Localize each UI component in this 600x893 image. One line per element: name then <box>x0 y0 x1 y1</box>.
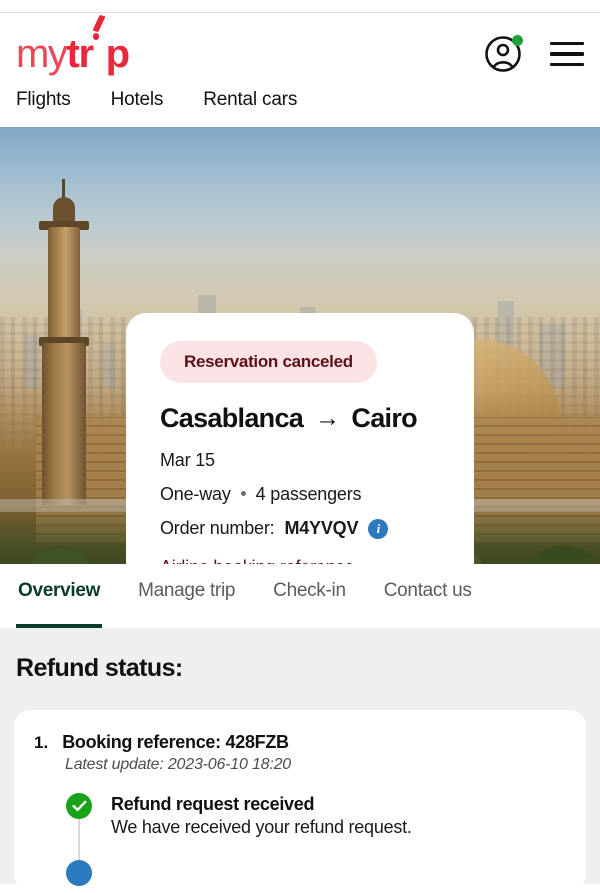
tab-overview[interactable]: Overview <box>16 564 103 628</box>
section-title: Refund status: <box>16 654 183 682</box>
refund-card-header: 1. Booking reference: 428FZB <box>34 732 566 753</box>
route-arrow-icon: → <box>315 404 340 432</box>
refund-step-marker-next <box>65 860 93 886</box>
mytrip-booking-page: my tr p Flights Hotels Rental cars Reser… <box>0 0 600 893</box>
refund-step-body: Refund request received We have received… <box>111 793 412 838</box>
tab-contact-us[interactable]: Contact us <box>382 564 474 628</box>
booking-summary-card: Reservation canceled Casablanca → Cairo … <box>126 313 474 564</box>
refund-step: Refund request received We have received… <box>65 793 566 865</box>
tab-check-in[interactable]: Check-in <box>271 564 348 628</box>
pending-circle-icon <box>66 860 92 886</box>
check-circle-icon <box>66 793 92 819</box>
info-icon[interactable]: i <box>368 518 389 539</box>
refund-latest-update: Latest update: 2023-06-10 18:20 <box>65 756 291 773</box>
nav-item-hotels[interactable]: Hotels <box>111 89 164 111</box>
logo-exclamation-mark-icon <box>92 14 106 67</box>
logo-text-tr: tr <box>66 32 94 76</box>
bullet-separator-icon <box>240 491 246 497</box>
refund-item-number: 1. <box>34 733 49 752</box>
route-destination: Cairo <box>351 403 417 433</box>
account-avatar-icon[interactable] <box>484 35 523 73</box>
step-connector-line <box>78 817 80 865</box>
booking-tabs: Overview Manage trip Check-in Contact us <box>0 564 600 628</box>
tab-manage-trip[interactable]: Manage trip <box>136 564 237 628</box>
route-heading: Casablanca → Cairo <box>160 403 440 434</box>
mytrip-logo[interactable]: my tr p <box>16 14 130 76</box>
order-number-value: M4YVQV <box>284 518 359 538</box>
nav-item-flights[interactable]: Flights <box>16 89 71 111</box>
site-header: my tr p Flights Hotels Rental cars <box>0 13 600 127</box>
airline-booking-reference-link[interactable]: Airline booking reference <box>160 557 354 564</box>
refund-step-title: Refund request received <box>111 794 315 814</box>
order-number-label: Order number: <box>160 518 275 538</box>
refund-step-list: Refund request received We have received… <box>34 793 566 886</box>
hamburger-menu-icon[interactable] <box>550 42 584 66</box>
primary-nav: Flights Hotels Rental cars <box>16 81 584 127</box>
logo-text-my: my <box>16 32 68 76</box>
header-row: my tr p <box>16 14 584 81</box>
refund-booking-reference: Booking reference: 428FZB <box>62 732 289 752</box>
hero-banner: Reservation canceled Casablanca → Cairo … <box>0 127 600 564</box>
status-badge: Reservation canceled <box>160 341 377 383</box>
passenger-count: 4 passengers <box>255 484 362 504</box>
refund-step-marker <box>65 793 93 865</box>
refund-status-card: 1. Booking reference: 428FZB Latest upda… <box>14 710 586 890</box>
refund-step-description: We have received your refund request. <box>111 817 412 837</box>
online-status-dot <box>512 35 523 46</box>
order-number-row: Order number: M4YVQV i <box>160 518 440 539</box>
trip-date: Mar 15 <box>160 450 215 470</box>
route-origin: Casablanca <box>160 403 304 433</box>
refund-status-section: Refund status: 1. Booking reference: 428… <box>0 628 600 890</box>
trip-type: One-way <box>160 484 231 504</box>
header-icon-group <box>484 35 584 73</box>
trip-details: One-way 4 passengers <box>160 484 440 505</box>
logo-text-p: p <box>105 32 130 76</box>
nav-item-rental-cars[interactable]: Rental cars <box>203 89 297 111</box>
refund-step-next <box>65 860 566 886</box>
browser-chrome-strip <box>0 0 600 13</box>
hero-minaret <box>39 175 89 505</box>
